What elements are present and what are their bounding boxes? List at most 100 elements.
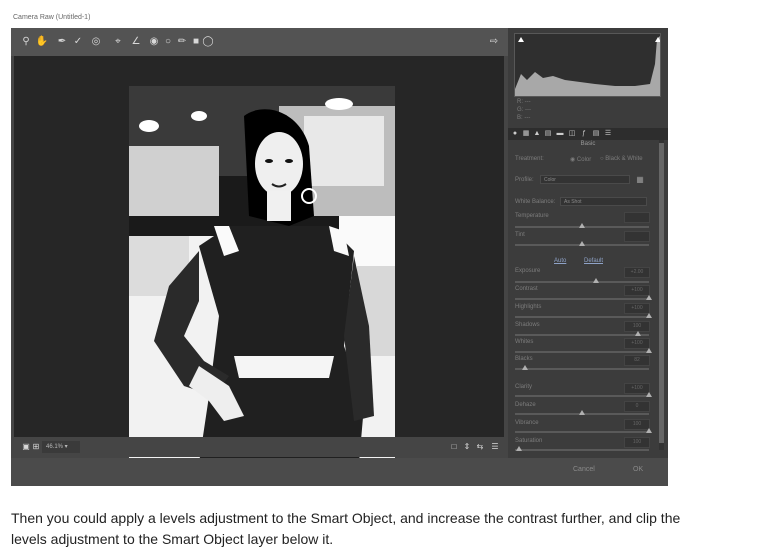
exposure-slider[interactable] xyxy=(515,278,649,283)
temperature-value-box[interactable] xyxy=(624,212,650,223)
default-link[interactable]: Default xyxy=(584,258,603,264)
blacks-value[interactable]: 82 xyxy=(624,355,650,366)
photo-preview: Ac xyxy=(129,86,395,463)
whites-slider[interactable] xyxy=(515,348,652,353)
blacks-slider[interactable] xyxy=(515,365,649,370)
panel-scrollbar-thumb[interactable] xyxy=(659,143,664,443)
clarity-slider-thumb[interactable] xyxy=(646,392,652,397)
green-readout: G: --- xyxy=(517,107,531,113)
profile-label: Profile: xyxy=(515,177,534,183)
ok-button[interactable]: OK xyxy=(633,466,643,473)
contrast-slider-thumb[interactable] xyxy=(646,295,652,300)
radial-filter-icon[interactable]: ◯ xyxy=(201,35,215,49)
lens-tab-icon[interactable]: ◫ xyxy=(568,130,576,138)
tint-label: Tint xyxy=(515,232,525,238)
tone-curve-tab-icon[interactable]: ▦ xyxy=(522,130,530,138)
before-after-icon[interactable]: ⇕ xyxy=(460,440,474,454)
white-balance-select[interactable]: As Shot xyxy=(560,197,647,206)
spot-removal-icon[interactable]: ◉ xyxy=(147,35,161,49)
vibrance-label: Vibrance xyxy=(515,420,539,426)
color-sampler-icon[interactable]: ✓ xyxy=(71,35,85,49)
temperature-label: Temperature xyxy=(515,213,549,219)
panel-tabs: ● ▦ ▲ ▤ ▬ ◫ ƒ ▤ ☰ xyxy=(508,128,668,140)
y-toggle-icon[interactable]: □ xyxy=(447,440,461,454)
basic-tab-icon[interactable]: ● xyxy=(511,130,519,138)
saturation-value[interactable]: 100 xyxy=(624,437,650,448)
auto-link[interactable]: Auto xyxy=(554,258,566,264)
exposure-value[interactable]: +2.00 xyxy=(624,267,650,278)
red-eye-icon[interactable]: ○ xyxy=(161,35,175,49)
treatment-color-radio[interactable]: ◉ Color xyxy=(570,156,591,163)
effects-tab-icon[interactable]: ƒ xyxy=(580,130,588,138)
white-balance-icon[interactable]: ✒ xyxy=(55,35,69,49)
zoom-level-value: 46.1% xyxy=(46,444,64,450)
highlights-label: Highlights xyxy=(515,304,542,310)
highlights-slider-thumb[interactable] xyxy=(646,313,652,318)
article-paragraph: Then you could apply a levels adjustment… xyxy=(11,510,681,547)
section-title: Basic xyxy=(580,141,596,147)
dehaze-slider-thumb[interactable] xyxy=(579,410,585,415)
treatment-bw-radio[interactable]: ○ Black & White xyxy=(600,156,643,162)
calibration-tab-icon[interactable]: ▤ xyxy=(592,130,600,138)
vibrance-slider[interactable] xyxy=(515,428,652,433)
shadows-slider[interactable] xyxy=(515,331,649,336)
profile-browser-icon[interactable]: ▦ xyxy=(633,173,647,187)
crop-icon[interactable]: ⌖ xyxy=(111,35,125,49)
menu-icon[interactable]: ☰ xyxy=(488,440,502,454)
cancel-button[interactable]: Cancel xyxy=(573,466,595,473)
dehaze-label: Dehaze xyxy=(515,402,536,408)
tint-value-box[interactable] xyxy=(624,231,650,242)
dehaze-slider[interactable] xyxy=(515,410,649,415)
detail-tab-icon[interactable]: ▲ xyxy=(533,130,541,138)
temperature-slider-thumb[interactable] xyxy=(579,223,585,228)
clarity-label: Clarity xyxy=(515,384,533,390)
hsl-tab-icon[interactable]: ▤ xyxy=(544,130,552,138)
tint-slider-thumb[interactable] xyxy=(579,241,585,246)
histogram xyxy=(514,33,661,97)
vibrance-slider-thumb[interactable] xyxy=(646,428,652,433)
swap-icon[interactable]: ⇆ xyxy=(473,440,487,454)
presets-tab-icon[interactable]: ☰ xyxy=(604,130,612,138)
image-canvas: Ac xyxy=(14,56,504,463)
whites-slider-thumb[interactable] xyxy=(646,348,652,353)
adjustment-panel: R: --- G: --- B: --- ● ▦ ▲ ▤ ▬ ◫ ƒ ▤ ☰ B… xyxy=(508,28,668,458)
hand-icon[interactable]: ✋ xyxy=(35,35,49,49)
whites-label: Whites xyxy=(515,339,534,345)
shadows-slider-thumb[interactable] xyxy=(635,331,641,336)
treatment-bw-label: Black & White xyxy=(605,156,643,162)
blue-readout: B: --- xyxy=(517,115,531,121)
saturation-label: Saturation xyxy=(515,438,543,444)
exposure-label: Exposure xyxy=(515,268,541,274)
profile-value: Color xyxy=(544,177,556,183)
straighten-icon[interactable]: ∠ xyxy=(129,35,143,49)
photo-image xyxy=(129,86,395,463)
saturation-slider[interactable] xyxy=(515,446,649,451)
red-readout: R: --- xyxy=(517,99,531,105)
temperature-slider[interactable] xyxy=(515,223,649,228)
dialog-footer: Cancel OK xyxy=(11,458,668,486)
white-balance-label: White Balance: xyxy=(515,199,556,205)
zoom-in-icon[interactable]: ⊞ xyxy=(29,440,43,454)
panel-scrollbar[interactable] xyxy=(659,140,664,450)
blacks-slider-thumb[interactable] xyxy=(522,365,528,370)
blacks-label: Blacks xyxy=(515,356,533,362)
dehaze-value[interactable]: 0 xyxy=(624,401,650,412)
exposure-slider-thumb[interactable] xyxy=(593,278,599,283)
histogram-graph xyxy=(515,36,661,96)
adjustment-brush-icon[interactable]: ✏ xyxy=(175,35,189,49)
open-image-icon[interactable]: ⇨ xyxy=(487,35,501,49)
profile-select[interactable]: Color xyxy=(540,175,630,184)
clarity-slider[interactable] xyxy=(515,392,652,397)
status-bar: ▣ ⊞ 46.1% ▾ □ ⇕ ⇆ ☰ xyxy=(11,437,508,457)
highlights-slider[interactable] xyxy=(515,313,652,318)
target-adjust-icon[interactable]: ◎ xyxy=(89,35,103,49)
zoom-icon[interactable]: ⚲ xyxy=(19,35,33,49)
contrast-label: Contrast xyxy=(515,286,538,292)
tint-slider[interactable] xyxy=(515,241,649,246)
saturation-slider-thumb[interactable] xyxy=(516,446,522,451)
shadows-label: Shadows xyxy=(515,322,540,328)
treatment-color-label: Color xyxy=(576,157,592,163)
zoom-level-select[interactable]: 46.1% ▾ xyxy=(42,441,80,453)
split-toning-tab-icon[interactable]: ▬ xyxy=(556,130,564,138)
contrast-slider[interactable] xyxy=(515,295,652,300)
